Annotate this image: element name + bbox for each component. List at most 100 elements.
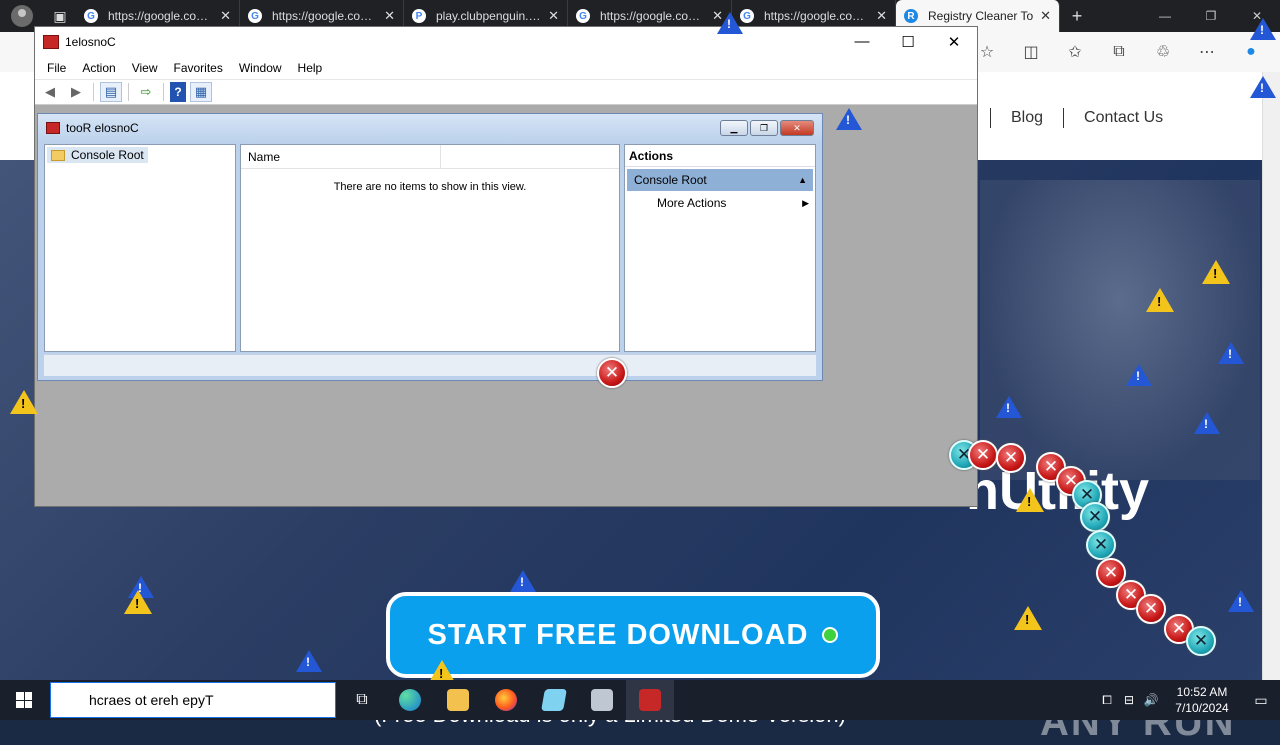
registry-cleaner-taskbar-icon[interactable] (626, 680, 674, 720)
tab-close-icon[interactable]: ✕ (876, 8, 887, 24)
menu-action[interactable]: Action (74, 61, 123, 75)
mmc-window: 1elosnoC — ☐ ✕ File Action View Favorite… (34, 26, 978, 507)
show-hide-action-pane-icon[interactable]: ▦ (190, 82, 212, 102)
settings-more-icon[interactable]: ⋯ (1192, 42, 1222, 62)
info-warning-icon (1228, 590, 1254, 612)
page-scrollbar[interactable] (1262, 72, 1280, 680)
clock[interactable]: 10:52 AM 7/10/2024 (1162, 684, 1242, 716)
error-icon[interactable]: ✕ (597, 358, 627, 388)
warning-icon (1202, 260, 1230, 284)
child-title-bar[interactable]: tooR elosnoC ▁ ❐ ✕ (38, 114, 822, 142)
toolbar-divider (163, 83, 164, 101)
file-explorer-icon[interactable] (434, 680, 482, 720)
child-restore-button[interactable]: ❐ (750, 120, 778, 136)
windows-logo-icon (16, 692, 32, 708)
copilot-icon[interactable]: ● (1236, 43, 1266, 61)
actions-header: Actions (625, 145, 815, 167)
favorites-icon[interactable]: ✩ (1060, 42, 1090, 62)
tab-title: Registry Cleaner To (928, 9, 1034, 23)
mmc-taskbar-icon[interactable] (578, 680, 626, 720)
more-actions-label: More Actions (657, 196, 727, 210)
export-list-icon[interactable]: ⇨ (135, 82, 157, 102)
submenu-arrow-icon: ▶ (802, 197, 809, 208)
task-view-icon[interactable]: ⧉ (338, 680, 386, 720)
browser-restore-button[interactable]: ❐ (1188, 0, 1234, 32)
child-minimize-button[interactable]: ▁ (720, 120, 748, 136)
error-icon-teal[interactable]: ✕ (1080, 502, 1110, 532)
mmc-maximize-button[interactable]: ☐ (885, 33, 931, 51)
mmc-app-icon (43, 35, 59, 49)
child-status-bar (44, 354, 816, 376)
notepad-icon[interactable] (530, 680, 578, 720)
child-title: tooR elosnoC (66, 121, 139, 135)
windows-taskbar: hcraes ot ereh epyT ⧉ ⧠ ⊟ 🔊 10:52 AM 7/1… (0, 680, 1280, 720)
firefox-icon[interactable] (482, 680, 530, 720)
mmc-title: 1elosnoC (65, 35, 116, 49)
toolbar-divider (128, 83, 129, 101)
show-hide-tree-icon[interactable]: ▤ (100, 82, 122, 102)
status-dot-icon (822, 627, 839, 643)
start-download-button[interactable]: START FREE DOWNLOAD (386, 592, 880, 678)
network-icon[interactable]: ⧠ (1096, 693, 1118, 708)
child-close-button[interactable]: ✕ (780, 120, 814, 136)
actions-pane: Actions Console Root ▲ More Actions ▶ (624, 144, 816, 352)
back-arrow-icon[interactable]: ◀ (39, 82, 61, 102)
tab-close-icon[interactable]: ✕ (1040, 8, 1051, 24)
toolbar-divider (93, 83, 94, 101)
menu-window[interactable]: Window (231, 61, 290, 75)
forward-arrow-icon[interactable]: ▶ (65, 82, 87, 102)
info-warning-icon (510, 570, 536, 592)
mmc-title-bar[interactable]: 1elosnoC — ☐ ✕ (35, 27, 977, 57)
collapse-triangle-icon[interactable]: ▲ (798, 175, 807, 185)
error-icon[interactable]: ✕ (1136, 594, 1166, 624)
console-root-child-window: tooR elosnoC ▁ ❐ ✕ Console Root Name The… (37, 113, 823, 381)
menu-file[interactable]: File (39, 61, 74, 75)
nav-link-blog[interactable]: Blog (1011, 109, 1043, 127)
info-warning-icon (717, 12, 743, 34)
error-icon-teal[interactable]: ✕ (1086, 530, 1116, 560)
actions-section-console-root[interactable]: Console Root ▲ (627, 169, 813, 191)
tree-node-console-root[interactable]: Console Root (47, 147, 148, 163)
browser-minimize-button[interactable]: — (1142, 0, 1188, 32)
warning-icon (1146, 288, 1174, 312)
tab-title: https://google.co… (272, 9, 373, 23)
menu-view[interactable]: View (124, 61, 166, 75)
nav-divider (990, 108, 991, 128)
split-screen-icon[interactable]: ◫ (1016, 42, 1046, 62)
nav-link-contact[interactable]: Contact Us (1084, 109, 1163, 127)
collections-icon[interactable]: ⧉ (1104, 43, 1134, 61)
site-nav: Blog Contact Us (990, 108, 1163, 128)
menu-favorites[interactable]: Favorites (166, 61, 231, 75)
error-icon[interactable]: ✕ (996, 443, 1026, 473)
error-icon-teal[interactable]: ✕ (1186, 626, 1216, 656)
info-warning-icon (1126, 364, 1152, 386)
results-pane: Name There are no items to show in this … (240, 144, 620, 352)
start-button[interactable] (0, 680, 48, 720)
tab-close-icon[interactable]: ✕ (548, 8, 559, 24)
new-tab-button[interactable]: + (1060, 0, 1094, 32)
volume-icon[interactable]: 🔊 (1140, 693, 1162, 707)
menu-help[interactable]: Help (290, 61, 331, 75)
child-body: Console Root Name There are no items to … (44, 144, 816, 352)
edge-browser-icon[interactable] (386, 680, 434, 720)
mmc-minimize-button[interactable]: — (839, 33, 885, 51)
empty-view-message: There are no items to show in this view. (333, 181, 527, 193)
column-header-name[interactable]: Name (241, 145, 441, 168)
tab-title: https://google.co… (764, 9, 865, 23)
error-icon[interactable]: ✕ (968, 440, 998, 470)
warning-icon (1014, 606, 1042, 630)
taskbar-search-box[interactable]: hcraes ot ereh epyT (50, 682, 336, 718)
actions-item-more-actions[interactable]: More Actions ▶ (625, 191, 815, 215)
tab-close-icon[interactable]: ✕ (384, 8, 395, 24)
mmc-close-button[interactable]: ✕ (931, 33, 977, 51)
extensions-icon[interactable]: ♲ (1148, 42, 1178, 62)
tab-close-icon[interactable]: ✕ (220, 8, 231, 24)
help-icon[interactable]: ? (170, 82, 186, 102)
registry-cleaner-favicon-icon: R (904, 9, 918, 23)
google-favicon-icon: G (248, 9, 262, 23)
notification-center-icon[interactable]: ▭ (1242, 692, 1280, 709)
battery-icon[interactable]: ⊟ (1118, 693, 1140, 707)
info-warning-icon (1250, 76, 1276, 98)
google-favicon-icon: G (84, 9, 98, 23)
tab-title: play.clubpenguin.… (436, 9, 541, 23)
